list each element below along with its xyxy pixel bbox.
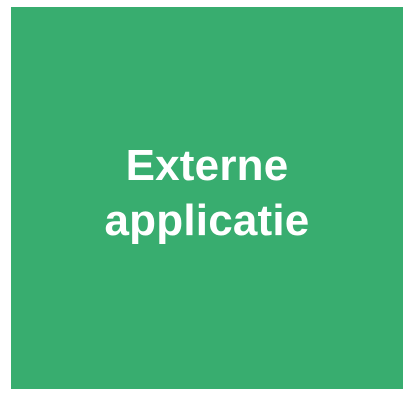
canvas: Externe applicatie [0,0,407,393]
box-label: Externe applicatie [105,138,310,248]
external-application-box: Externe applicatie [11,7,403,389]
box-label-line-2: applicatie [104,196,310,245]
box-label-line-1: Externe [125,141,289,190]
